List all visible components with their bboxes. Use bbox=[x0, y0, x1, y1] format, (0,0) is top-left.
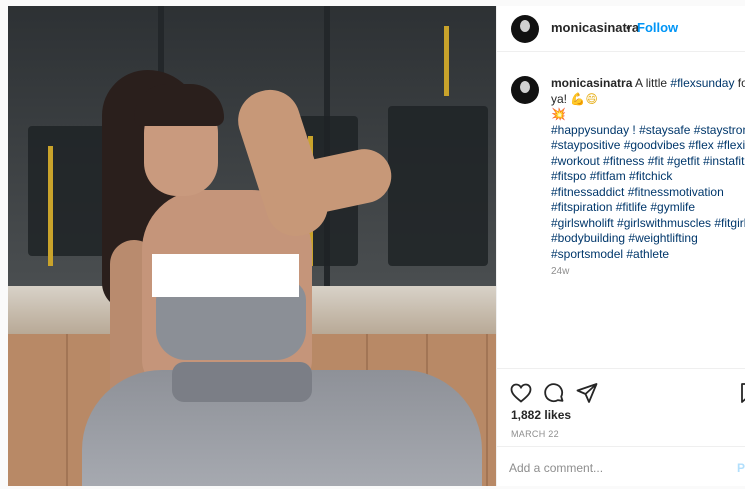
hashtag-line[interactable]: #fitspiration #fitlife #gymlife bbox=[551, 200, 745, 216]
caption-timestamp[interactable]: 24w bbox=[551, 266, 569, 277]
caption-block: monicasinatra A little #flexsunday for y… bbox=[497, 64, 745, 304]
caption-intro: A little bbox=[635, 76, 668, 90]
heart-icon[interactable] bbox=[509, 381, 533, 405]
caption-intro-tail: for bbox=[737, 76, 745, 90]
hashtag-line[interactable]: #workout #fitness #fit #getfit #instafit bbox=[551, 154, 745, 170]
follow-button[interactable]: Follow bbox=[637, 20, 678, 35]
hashtag-flexsunday[interactable]: #flexsunday bbox=[670, 76, 734, 90]
post-comment-button[interactable]: Post bbox=[737, 461, 745, 475]
bangs bbox=[134, 84, 224, 126]
hashtag-line[interactable]: #staypositive #goodvibes #flex #flexin bbox=[551, 138, 745, 154]
post-header: monicasinatra • Follow bbox=[497, 6, 745, 52]
caption-avatar[interactable] bbox=[511, 76, 539, 104]
action-bar bbox=[497, 368, 745, 412]
gym-bar bbox=[48, 146, 53, 266]
post-date: MARCH 22 bbox=[511, 429, 559, 439]
grinning-face-emoji-icon: 😄 bbox=[585, 91, 598, 106]
avatar[interactable] bbox=[511, 15, 539, 43]
hashtag-line[interactable]: #girlswholift #girlswithmuscles #fitgirl bbox=[551, 216, 745, 232]
post-photo[interactable] bbox=[8, 6, 496, 486]
post-side-panel: monicasinatra • Follow monicasinatra A l… bbox=[496, 6, 745, 486]
comment-box: Post bbox=[497, 446, 745, 486]
collision-emoji-icon: 💥 bbox=[551, 107, 566, 121]
hashtag-line[interactable]: #bodybuilding #weightlifting bbox=[551, 231, 745, 247]
separator-dot: • bbox=[626, 20, 631, 35]
instagram-post-frame: monicasinatra • Follow monicasinatra A l… bbox=[0, 0, 745, 489]
hashtag-line[interactable]: #happysunday ! #staysafe #staystrong bbox=[551, 123, 745, 139]
caption-text: monicasinatra A little #flexsunday for y… bbox=[551, 76, 745, 262]
likes-count[interactable]: 1,882 likes bbox=[511, 408, 571, 422]
comment-icon[interactable] bbox=[542, 381, 566, 405]
censor-box bbox=[152, 254, 299, 297]
hashtag-line[interactable]: #fitnessaddict #fitnessmotivation bbox=[551, 185, 745, 201]
caption-username[interactable]: monicasinatra bbox=[551, 76, 632, 90]
share-icon[interactable] bbox=[575, 381, 599, 405]
comment-input[interactable] bbox=[509, 458, 709, 478]
caption-ya: ya! bbox=[551, 91, 568, 106]
waistband bbox=[172, 362, 312, 402]
bookmark-icon[interactable] bbox=[737, 381, 745, 405]
flexed-biceps-emoji-icon: 💪 bbox=[570, 91, 586, 106]
hashtag-line[interactable]: #fitspo #fitfam #fitchick bbox=[551, 169, 745, 185]
hashtag-line[interactable]: #sportsmodel #athlete bbox=[551, 247, 745, 263]
